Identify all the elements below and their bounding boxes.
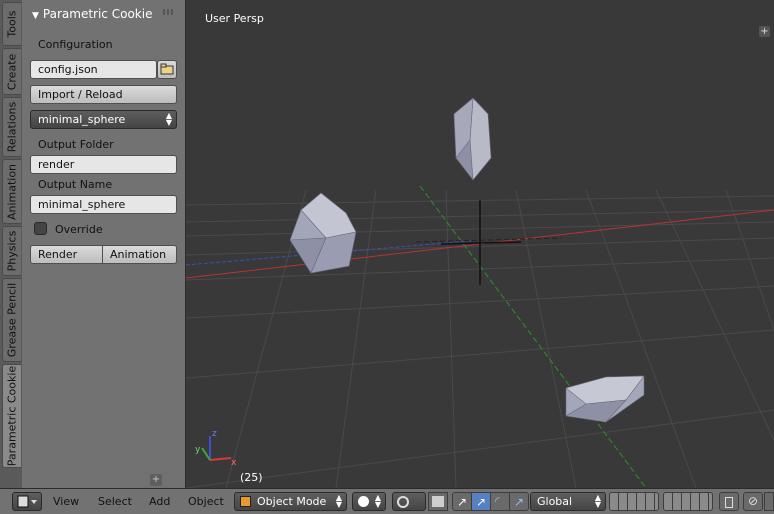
flat-rock-object[interactable] [565,375,645,423]
rotate-arc-icon: ◜ [495,494,500,508]
updown-arrows-icon: ▲ ▼ [165,111,172,127]
tab-relations[interactable]: Relations [2,97,21,157]
file-browse-button[interactable] [157,60,177,79]
3d-viewport[interactable]: z x y User Persp (25) + [186,0,774,488]
tab-grease-pencil[interactable]: Grease Pencil [2,278,21,362]
crystal-object[interactable] [453,97,492,181]
scale-icon: ↗ [514,495,525,509]
output-name-label: Output Name [38,178,113,191]
layers-grid-1[interactable] [609,492,659,511]
lock-layers-toggle[interactable] [719,492,739,511]
tab-label: Animation [5,163,19,220]
output-folder-label: Output Folder [38,138,114,151]
pivot-point-icon [397,496,409,508]
tab-label: Create [5,53,19,90]
editor-type-button[interactable] [12,492,42,511]
drag-grip-icon[interactable] [163,9,175,15]
snap-toggle[interactable] [764,492,774,511]
render-button[interactable]: Render [30,245,103,264]
menu-view[interactable]: View [53,495,79,508]
viewport-scene: z x y [186,97,774,488]
translate-manipulator-toggle[interactable]: ↗ [471,492,491,511]
tab-parametric-cookie[interactable]: Parametric Cookie [2,364,21,468]
updown-arrows-icon: ▲ ▼ [374,493,381,509]
toolshelf-panel: ▼ Parametric Cookie Configuration config.… [22,0,186,488]
object-mode-cube-icon [240,496,251,507]
override-checkbox[interactable] [34,222,47,235]
viewport-title: User Persp [205,12,264,25]
tab-create[interactable]: Create [2,48,21,95]
animation-button[interactable]: Animation [102,245,177,264]
tab-label: Relations [5,101,19,153]
panel-title: Parametric Cookie [42,7,153,21]
tab-label: Parametric Cookie [5,365,19,467]
viewport-header: View Select Add Object Object Mode ▲ ▼ ▲ ▼… [0,488,774,514]
translate-arrow-icon: ↗ [476,495,487,509]
tab-animation[interactable]: Animation [2,159,21,224]
menu-add[interactable]: Add [149,495,170,508]
proportional-edit-toggle[interactable]: ⊘ [743,492,763,511]
pivot-dropdown[interactable] [392,492,426,511]
tab-physics[interactable]: Physics [2,226,21,276]
manipulator-icon [432,496,444,507]
x-axis-label: x [231,458,237,468]
output-folder-field[interactable]: render [30,155,177,174]
axis-gizmo-icon: z x y [195,429,237,468]
orientation-value: Global [537,495,573,508]
output-name-field[interactable]: minimal_sphere [30,195,177,214]
collapse-triangle-icon[interactable]: ▼ [32,11,39,21]
properties-toggle-plus-icon[interactable]: + [759,26,770,37]
configuration-label: Configuration [38,38,113,51]
mode-dropdown[interactable]: Object Mode ▲ ▼ [234,492,347,511]
import-reload-button[interactable]: Import / Reload [30,85,177,104]
view3d-icon [17,495,37,508]
menu-object[interactable]: Object [188,495,224,508]
panel-header[interactable]: ▼ Parametric Cookie [32,7,152,21]
menu-select[interactable]: Select [98,495,132,508]
move-manipulator-toggle[interactable]: ↗ [452,492,472,511]
updown-arrows-icon: ▲ ▼ [594,493,601,509]
override-label: Override [55,223,103,236]
z-axis-label: z [212,429,217,439]
tab-label: Tools [5,10,19,38]
solid-shading-icon [358,496,369,507]
panel-expand-plus-icon[interactable]: + [150,474,162,486]
y-axis-line [419,185,647,488]
manipulator-toggle[interactable] [428,492,448,511]
move-arrow-icon: ↗ [457,495,468,509]
tab-label: Grease Pencil [5,282,19,358]
current-frame: (25) [240,471,263,484]
y-axis-label: y [195,445,201,455]
folder-icon [160,63,174,75]
toolshelf-tabs: Tools Create Relations Animation Physics Grea… [0,0,23,488]
shading-dropdown[interactable]: ▲ ▼ [352,492,386,511]
mode-value: Object Mode [257,495,327,508]
lock-icon [725,497,733,508]
tab-tools[interactable]: Tools [2,2,21,46]
updown-arrows-icon: ▲ ▼ [335,493,342,509]
config-file-field[interactable]: config.json [30,60,157,79]
preset-value: minimal_sphere [38,113,126,126]
boulder-object[interactable] [289,192,357,274]
proportional-icon: ⊘ [748,494,759,508]
orientation-dropdown[interactable]: Global ▲ ▼ [530,492,606,511]
tab-label: Physics [5,230,19,272]
preset-dropdown[interactable]: minimal_sphere ▲ ▼ [30,110,177,129]
layers-grid-2[interactable] [663,492,713,511]
rotate-manipulator-toggle[interactable]: ◜ [490,492,510,511]
scale-manipulator-toggle[interactable]: ↗ [509,492,529,511]
